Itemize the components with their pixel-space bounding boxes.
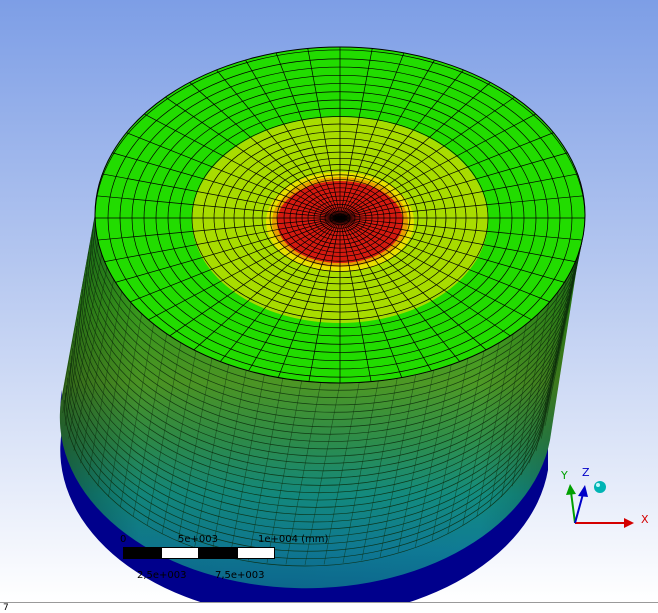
triad-x-label: X bbox=[641, 513, 649, 526]
status-bar: 7 bbox=[0, 602, 658, 613]
scale-tick-1e4: 1e+004 (mm) bbox=[258, 534, 329, 545]
scale-tick-7-5e3: 7,5e+003 bbox=[215, 570, 265, 581]
scale-tick-5e3: 5e+003 bbox=[178, 534, 218, 545]
graphics-viewport[interactable]: 0 5e+003 1e+004 (mm) 2,5e+003 7,5e+003 X… bbox=[0, 0, 658, 602]
scale-tick-2-5e3: 2,5e+003 bbox=[137, 570, 187, 581]
triad-z-label: Z bbox=[582, 466, 590, 479]
scale-tick-0: 0 bbox=[120, 534, 127, 545]
triad-y-label: Y bbox=[561, 469, 568, 482]
